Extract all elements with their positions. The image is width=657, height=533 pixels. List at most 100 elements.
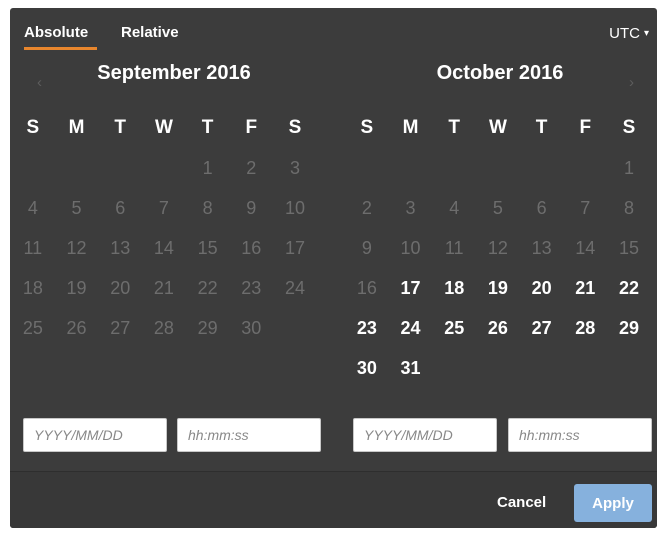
weekday-header: SMTWTFS xyxy=(345,108,651,148)
calendar-day[interactable]: 27 xyxy=(520,318,564,339)
calendar-day: 12 xyxy=(487,237,508,258)
calendar-day: 26 xyxy=(66,317,87,338)
weekday-label: M xyxy=(68,117,85,138)
end-time-input[interactable] xyxy=(508,418,652,452)
calendar-day[interactable]: 21 xyxy=(563,278,607,299)
calendar-week xyxy=(11,348,317,388)
weekday-label: T xyxy=(535,117,548,138)
calendar-day: 7 xyxy=(158,197,169,218)
calendar-day: 8 xyxy=(202,197,213,218)
calendar-day: 7 xyxy=(580,197,591,218)
calendar-day: 16 xyxy=(241,237,262,258)
calendar-day[interactable]: 19 xyxy=(476,278,520,299)
calendar-day[interactable]: 20 xyxy=(520,278,564,299)
calendar-day: 11 xyxy=(23,237,43,258)
weekday-header: SMTWTFS xyxy=(11,108,317,148)
timezone-label: UTC xyxy=(609,25,640,42)
calendar-day: 3 xyxy=(289,157,300,178)
month-title-left: September 2016 xyxy=(97,62,251,84)
calendar-day: 1 xyxy=(623,157,634,178)
calendar-day: 3 xyxy=(405,197,416,218)
calendar-day: 27 xyxy=(110,317,131,338)
calendar-week: 4 5 6 7 8 9 10 xyxy=(11,188,317,228)
calendar-day: 6 xyxy=(115,197,126,218)
calendar-week: 1 xyxy=(345,148,651,188)
weekday-label: M xyxy=(402,117,419,138)
calendar-day: 1 xyxy=(202,157,213,178)
calendar-day[interactable]: 18 xyxy=(432,278,476,299)
calendar-day: 19 xyxy=(66,277,87,298)
calendar-week: 25 26 27 28 29 30 xyxy=(11,308,317,348)
timezone-dropdown[interactable]: UTC ▾ xyxy=(609,25,649,42)
calendar-day: 17 xyxy=(284,237,305,258)
calendar-day: 24 xyxy=(284,277,305,298)
calendar-day: 9 xyxy=(246,197,257,218)
calendar-day: 18 xyxy=(22,277,43,298)
apply-button[interactable]: Apply xyxy=(574,484,652,522)
end-date-input[interactable] xyxy=(353,418,497,452)
calendar-day[interactable]: 26 xyxy=(476,318,520,339)
calendar-week: 23 24 25 26 27 28 29 xyxy=(345,308,651,348)
calendar-day: 30 xyxy=(241,317,262,338)
weekday-label: T xyxy=(114,117,127,138)
calendar-day[interactable]: 24 xyxy=(389,318,433,339)
calendar-week: 30 31 xyxy=(345,348,651,388)
tab-absolute[interactable]: Absolute xyxy=(24,24,88,41)
calendar-day: 15 xyxy=(197,237,218,258)
calendar-day: 29 xyxy=(197,317,218,338)
calendar-day: 13 xyxy=(110,237,131,258)
calendar-day[interactable]: 25 xyxy=(432,318,476,339)
calendar-day: 11 xyxy=(444,237,464,258)
calendar-week: 16 17 18 19 20 21 22 xyxy=(345,268,651,308)
calendar-week: 9 10 11 12 13 14 15 xyxy=(345,228,651,268)
calendar-week: 18 19 20 21 22 23 24 xyxy=(11,268,317,308)
cancel-button[interactable]: Cancel xyxy=(497,494,546,511)
tab-relative[interactable]: Relative xyxy=(121,24,179,41)
calendar-day: 8 xyxy=(623,197,634,218)
calendar-day: 4 xyxy=(449,197,460,218)
calendar-day: 14 xyxy=(153,237,174,258)
weekday-label: F xyxy=(579,117,592,138)
calendar-day: 6 xyxy=(536,197,547,218)
calendar-day[interactable]: 30 xyxy=(345,358,389,379)
calendar-week: 11 12 13 14 15 16 17 xyxy=(11,228,317,268)
calendar-day: 16 xyxy=(356,277,377,298)
caret-down-icon: ▾ xyxy=(643,28,649,39)
calendar-day: 2 xyxy=(246,157,257,178)
calendar-day: 20 xyxy=(110,277,131,298)
calendar-day: 14 xyxy=(575,237,596,258)
calendar-day[interactable]: 28 xyxy=(563,318,607,339)
calendar-day: 12 xyxy=(66,237,87,258)
calendar-day: 5 xyxy=(71,197,82,218)
calendar-day[interactable]: 17 xyxy=(389,278,433,299)
calendar-right: S M T W T F S 1 2 3 4 5 6 7 8 9 10 11 12 13 14 15 16 17 18 19 20 21… xyxy=(345,108,651,388)
start-time-input[interactable] xyxy=(177,418,321,452)
weekday-label: F xyxy=(245,117,258,138)
calendar-day[interactable]: 29 xyxy=(607,318,651,339)
calendar-day: 22 xyxy=(197,277,218,298)
weekday-label: W xyxy=(488,117,507,138)
calendar-day: 28 xyxy=(153,317,174,338)
calendar-day: 25 xyxy=(22,317,43,338)
active-tab-indicator xyxy=(24,47,97,50)
calendar-day[interactable]: 31 xyxy=(389,358,433,379)
calendar-day[interactable]: 23 xyxy=(345,318,389,339)
weekday-label: W xyxy=(154,117,173,138)
start-date-input[interactable] xyxy=(23,418,167,452)
month-title-right: October 2016 xyxy=(436,62,564,84)
weekday-label: S xyxy=(622,117,636,138)
weekday-label: T xyxy=(448,117,461,138)
calendar-day: 2 xyxy=(361,197,372,218)
calendar-week: 2 3 4 5 6 7 8 xyxy=(345,188,651,228)
weekday-label: T xyxy=(201,117,214,138)
weekday-label: S xyxy=(288,117,302,138)
calendar-day: 13 xyxy=(531,237,552,258)
calendar-week: 1 2 3 xyxy=(11,148,317,188)
calendar-day: 21 xyxy=(153,277,174,298)
calendar-day: 10 xyxy=(400,237,421,258)
date-range-picker: Absolute Relative UTC ▾ ‹ › September 201… xyxy=(10,8,657,528)
calendar-day[interactable]: 22 xyxy=(607,278,651,299)
calendar-day: 10 xyxy=(284,197,305,218)
calendar-day: 9 xyxy=(361,237,372,258)
footer xyxy=(10,472,657,528)
